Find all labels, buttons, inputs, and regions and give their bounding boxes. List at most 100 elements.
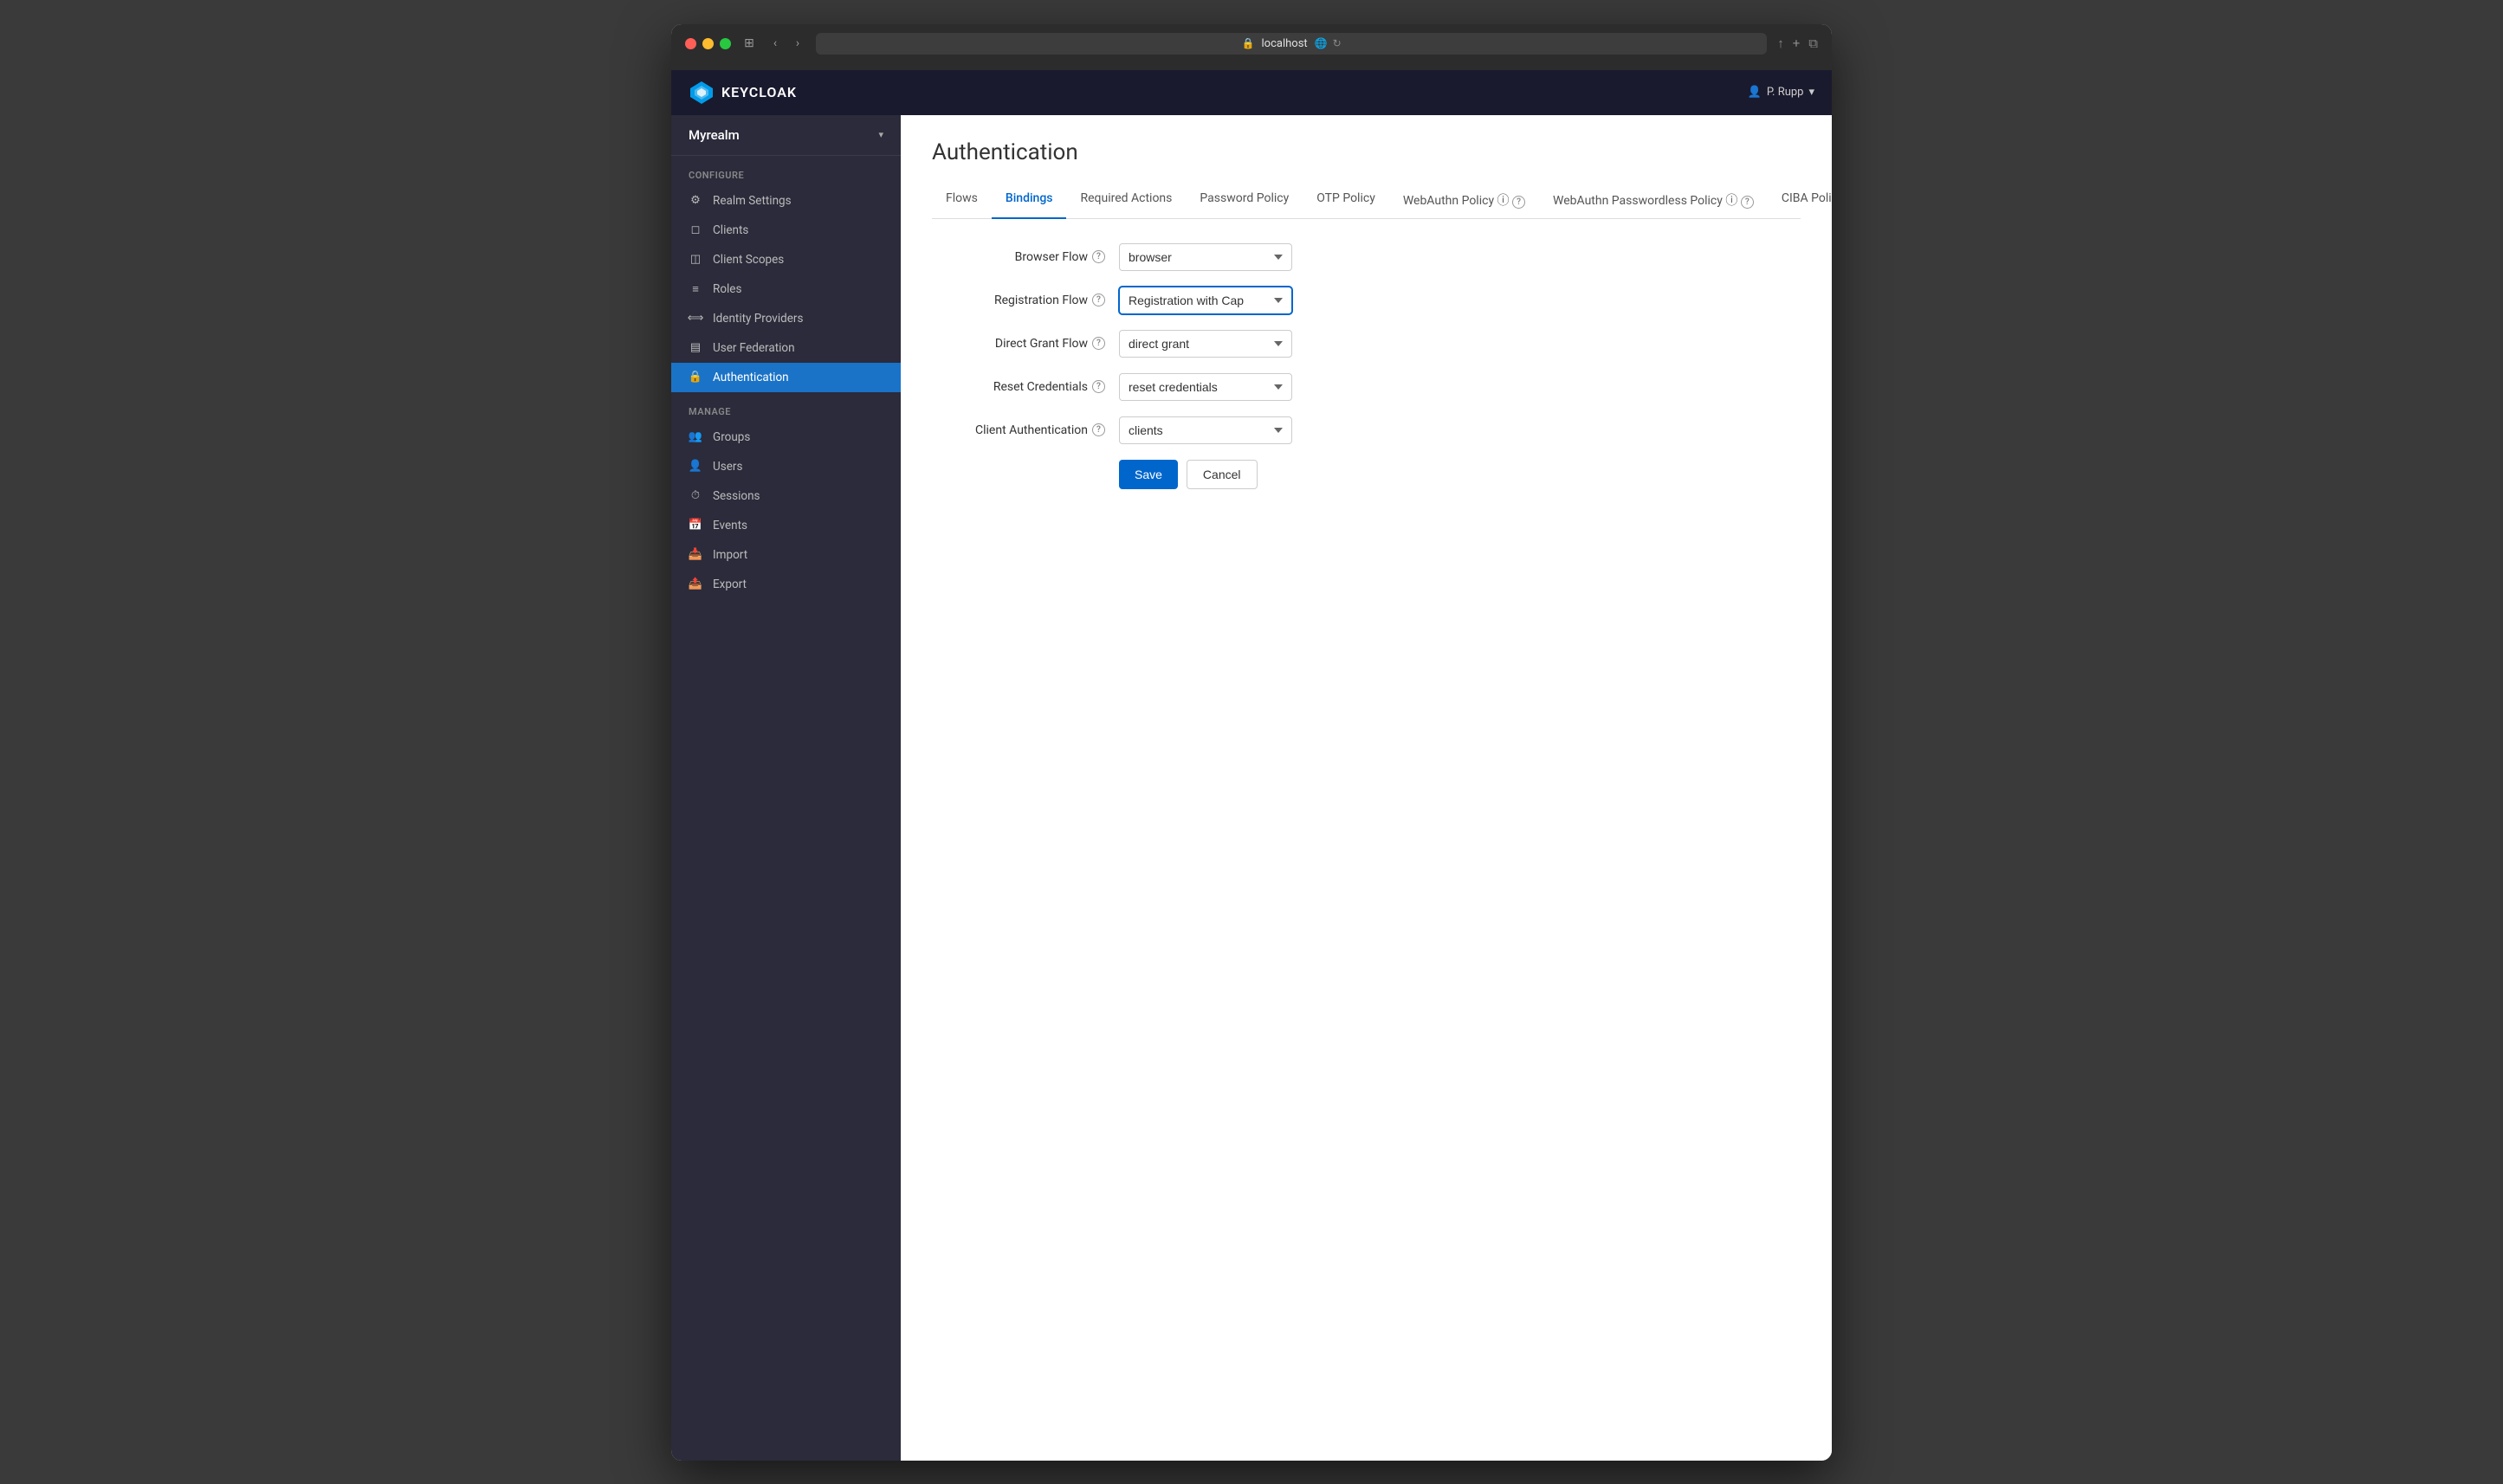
registration-flow-label: Registration Flow ? [932, 294, 1105, 307]
sidebar-item-label: Client Scopes [713, 253, 784, 267]
clients-icon: ◻ [689, 223, 702, 237]
sidebar-item-identity-providers[interactable]: ⟺ Identity Providers [671, 304, 901, 333]
sidebar-item-events[interactable]: 📅 Events [671, 511, 901, 540]
webauthn-policy-help-icon[interactable]: ? [1512, 196, 1525, 209]
save-button[interactable]: Save [1119, 460, 1178, 489]
registration-flow-select[interactable]: Registration with Cap registration docke… [1119, 287, 1292, 314]
sidebar: Myrealm ▾ Configure ⚙ Realm Settings ◻ C… [671, 115, 901, 1461]
share-icon[interactable]: ↑ [1777, 35, 1784, 51]
reset-credentials-label: Reset Credentials ? [932, 380, 1105, 394]
realm-chevron-icon: ▾ [878, 129, 883, 140]
groups-icon: 👥 [689, 430, 702, 444]
sidebar-item-user-federation[interactable]: ▤ User Federation [671, 333, 901, 363]
registration-flow-help-icon[interactable]: ? [1092, 294, 1105, 306]
sidebar-item-realm-settings[interactable]: ⚙ Realm Settings [671, 186, 901, 216]
client-auth-row: Client Authentication ? clients browser … [932, 416, 1521, 444]
browser-actions: ↑ + ⧉ [1777, 35, 1818, 51]
tab-webauthn-passwordless[interactable]: WebAuthn Passwordless Policy ⓘ ? [1539, 183, 1768, 219]
close-button[interactable] [685, 38, 696, 49]
address-bar[interactable]: 🔒 localhost 🌐 ↻ [816, 33, 1767, 55]
tab-required-actions[interactable]: Required Actions [1066, 183, 1186, 219]
manage-section-label: Manage [671, 392, 901, 423]
sidebar-item-label: Export [713, 577, 747, 591]
user-menu[interactable]: 👤 P. Rupp ▾ [1748, 86, 1814, 99]
browser-flow-help-icon[interactable]: ? [1092, 250, 1105, 263]
configure-section-label: Configure [671, 156, 901, 186]
events-icon: 📅 [689, 519, 702, 532]
user-icon: 👤 [1748, 86, 1762, 99]
form-actions: Save Cancel [1119, 460, 1521, 489]
sidebar-item-sessions[interactable]: ⏱ Sessions [671, 481, 901, 511]
client-auth-help-icon[interactable]: ? [1092, 423, 1105, 436]
sidebar-item-export[interactable]: 📤 Export [671, 570, 901, 599]
tab-otp-policy[interactable]: OTP Policy [1303, 183, 1389, 219]
logo-text: KEYCLOAK [721, 84, 797, 100]
sidebar-item-label: Realm Settings [713, 194, 792, 208]
address-icons: 🌐 ↻ [1315, 37, 1342, 49]
tab-flows[interactable]: Flows [932, 183, 992, 219]
refresh-icon[interactable]: ↻ [1333, 37, 1342, 49]
export-icon: 📤 [689, 577, 702, 591]
sidebar-item-client-scopes[interactable]: ◫ Client Scopes [671, 245, 901, 274]
tab-bindings[interactable]: Bindings [992, 183, 1067, 219]
logo-icon [689, 80, 715, 106]
username-label: P. Rupp [1767, 86, 1804, 99]
browser-nav: ‹ › [767, 35, 805, 51]
app-layout: Myrealm ▾ Configure ⚙ Realm Settings ◻ C… [671, 115, 1832, 1461]
sidebar-item-label: Clients [713, 223, 748, 237]
realm-settings-icon: ⚙ [689, 194, 702, 208]
main-content: Authentication Flows Bindings Required A… [901, 115, 1832, 1461]
top-navbar: KEYCLOAK 👤 P. Rupp ▾ [671, 70, 1832, 115]
reset-credentials-help-icon[interactable]: ? [1092, 380, 1105, 393]
authentication-icon: 🔒 [689, 371, 702, 384]
new-tab-icon[interactable]: + [1793, 35, 1801, 51]
keycloak-logo: KEYCLOAK [689, 80, 797, 106]
maximize-button[interactable] [720, 38, 731, 49]
sidebar-item-roles[interactable]: ≡ Roles [671, 274, 901, 304]
user-chevron-icon: ▾ [1808, 86, 1814, 99]
reset-credentials-select[interactable]: reset credentials browser direct grant r… [1119, 373, 1292, 401]
sidebar-item-label: Events [713, 519, 747, 532]
webauthn-passwordless-help-icon[interactable]: ? [1741, 196, 1754, 209]
browser-title-bar: ⊞ ‹ › 🔒 localhost 🌐 ↻ ↑ + ⧉ [685, 33, 1818, 55]
users-icon: 👤 [689, 460, 702, 474]
sidebar-item-users[interactable]: 👤 Users [671, 452, 901, 481]
tabs-icon[interactable]: ⧉ [1808, 35, 1818, 51]
webauthn-passwordless-label: WebAuthn Passwordless Policy ⓘ [1553, 194, 1737, 208]
identity-providers-icon: ⟺ [689, 312, 702, 326]
sidebar-item-label: User Federation [713, 341, 795, 355]
sidebar-item-label: Users [713, 460, 742, 474]
client-auth-label: Client Authentication ? [932, 423, 1105, 437]
direct-grant-flow-select[interactable]: direct grant browser registration reset … [1119, 330, 1292, 358]
browser-flow-select[interactable]: browser direct grant registration reset … [1119, 243, 1292, 271]
sidebar-item-label: Import [713, 548, 747, 562]
lock-icon: 🔒 [1242, 37, 1255, 49]
sidebar-item-groups[interactable]: 👥 Groups [671, 423, 901, 452]
cancel-button[interactable]: Cancel [1187, 460, 1258, 489]
browser-chrome: ⊞ ‹ › 🔒 localhost 🌐 ↻ ↑ + ⧉ [671, 24, 1832, 70]
back-icon[interactable]: ‹ [767, 35, 783, 51]
sidebar-toggle-icon[interactable]: ⊞ [741, 35, 757, 51]
tab-webauthn-policy[interactable]: WebAuthn Policy ⓘ ? [1389, 183, 1539, 219]
browser-window: ⊞ ‹ › 🔒 localhost 🌐 ↻ ↑ + ⧉ [671, 24, 1832, 1461]
sidebar-item-label: Groups [713, 430, 750, 444]
minimize-button[interactable] [702, 38, 714, 49]
sidebar-item-label: Authentication [713, 371, 789, 384]
realm-name: Myrealm [689, 127, 740, 143]
realm-selector[interactable]: Myrealm ▾ [671, 115, 901, 156]
sessions-icon: ⏱ [689, 489, 702, 503]
tab-password-policy[interactable]: Password Policy [1186, 183, 1303, 219]
client-auth-select[interactable]: clients browser direct grant registratio… [1119, 416, 1292, 444]
tab-ciba-policy[interactable]: CIBA Policy [1768, 183, 1832, 219]
sidebar-item-authentication[interactable]: 🔒 Authentication [671, 363, 901, 392]
direct-grant-flow-help-icon[interactable]: ? [1092, 337, 1105, 350]
import-icon: 📥 [689, 548, 702, 562]
page-title: Authentication [932, 139, 1801, 165]
sidebar-item-clients[interactable]: ◻ Clients [671, 216, 901, 245]
traffic-lights [685, 38, 731, 49]
sidebar-item-label: Roles [713, 282, 741, 296]
reset-credentials-row: Reset Credentials ? reset credentials br… [932, 373, 1521, 401]
forward-icon[interactable]: › [790, 35, 805, 51]
sidebar-item-import[interactable]: 📥 Import [671, 540, 901, 570]
user-federation-icon: ▤ [689, 341, 702, 355]
